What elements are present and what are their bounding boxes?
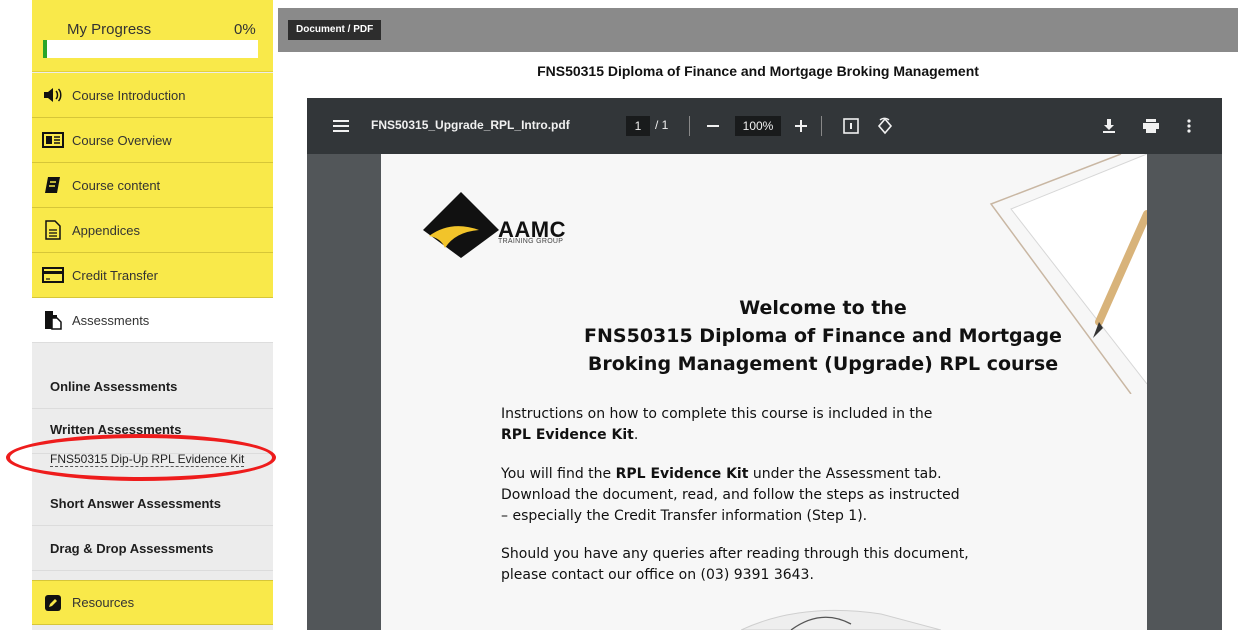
aamc-logo-subtitle: TRAINING GROUP [498, 238, 564, 245]
progress-bar-fill [43, 40, 47, 58]
paragraph-line: please contact our office on (03) 9391 3… [501, 567, 814, 583]
aamc-logo [423, 192, 499, 258]
welcome-heading: Welcome to the FNS50315 Diploma of Finan… [381, 294, 1147, 378]
instructions-paragraph: Instructions on how to complete this cou… [501, 404, 1061, 446]
drag-drop-assessments-item[interactable]: Drag & Drop Assessments [32, 526, 273, 571]
progress-panel: My Progress 0% [32, 0, 273, 72]
zoom-level-input[interactable]: 100% [735, 116, 781, 136]
menu-resources[interactable]: Resources [32, 580, 273, 625]
download-icon[interactable] [1099, 116, 1119, 136]
location-paragraph: You will find the RPL Evidence Kit under… [501, 464, 1061, 527]
pdf-page: AAMC TRAINING GROUP Welcome to the FNS50… [381, 154, 1147, 630]
zoom-out-icon[interactable] [703, 116, 723, 136]
menu-credit-transfer[interactable]: Credit Transfer [32, 253, 273, 298]
contact-paragraph: Should you have any queries after readin… [501, 544, 1061, 586]
page-number-input[interactable]: 1 [626, 116, 650, 136]
menu-course-introduction[interactable]: Course Introduction [32, 73, 273, 118]
paragraph-text: under the Assessment tab. [748, 466, 942, 482]
speaker-icon [42, 84, 64, 106]
menu-label: Appendices [72, 222, 140, 238]
menu-label: Assessments [72, 312, 150, 328]
paragraph-text: You will find the [501, 466, 616, 482]
print-icon[interactable] [1141, 116, 1161, 136]
more-options-icon[interactable] [1179, 116, 1199, 136]
newspaper-icon [42, 129, 64, 151]
paragraph-line: Instructions on how to complete this cou… [501, 406, 933, 422]
document-pdf-tab[interactable]: Document / PDF [288, 20, 382, 40]
rpl-kit-emphasis: RPL Evidence Kit [501, 427, 634, 443]
book-icon [42, 174, 64, 196]
pdf-toolbar: FNS50315_Upgrade_RPL_Intro.pdf 1 / 1 100… [307, 98, 1222, 154]
menu-label: Course Overview [72, 132, 172, 148]
paragraph-line: You will find the RPL Evidence Kit under… [501, 464, 1061, 485]
menu-assessments[interactable]: Assessments [32, 298, 273, 343]
document-title: FNS50315 Diploma of Finance and Mortgage… [537, 63, 979, 79]
welcome-line: FNS50315 Diploma of Finance and Mortgage [584, 325, 1062, 347]
credit-card-icon [42, 264, 64, 286]
progress-title: My Progress [67, 21, 152, 38]
toolbar-divider [689, 116, 690, 136]
menu-label: Course content [72, 177, 161, 193]
content-topbar: Document / PDF [278, 8, 1238, 52]
document-icon [42, 219, 64, 241]
short-answer-assessments-item[interactable]: Short Answer Assessments [32, 481, 273, 526]
menu-appendices[interactable]: Appendices [32, 208, 273, 253]
paragraph-line: Should you have any queries after readin… [501, 546, 969, 562]
keyboard-illustration [741, 609, 941, 630]
written-assessments-item[interactable]: Written Assessments [32, 409, 273, 454]
welcome-line: Broking Management (Upgrade) RPL course [587, 353, 1059, 375]
menu-icon[interactable] [331, 116, 351, 136]
menu-course-content[interactable]: Course content [32, 163, 273, 208]
menu-label: Course Introduction [72, 87, 186, 103]
paragraph-line: RPL Evidence Kit. [501, 425, 1061, 446]
page-total: / 1 [655, 118, 669, 132]
welcome-line: Welcome to the [739, 297, 907, 319]
rotate-icon[interactable] [875, 116, 895, 136]
toolbar-divider [821, 116, 822, 136]
fit-page-icon[interactable] [841, 116, 861, 136]
paragraph-text: . [633, 427, 639, 443]
paragraph-line: Download the document, read, and follow … [501, 487, 960, 503]
menu-label: Resources [72, 595, 135, 610]
rpl-kit-emphasis: RPL Evidence Kit [615, 466, 749, 482]
pencil-icon [42, 592, 64, 614]
menu-label: Credit Transfer [72, 267, 158, 283]
pdf-viewer: FNS50315_Upgrade_RPL_Intro.pdf 1 / 1 100… [307, 98, 1222, 630]
rpl-evidence-kit-link[interactable]: FNS50315 Dip-Up RPL Evidence Kit [50, 452, 245, 467]
menu-course-overview[interactable]: Course Overview [32, 118, 273, 163]
progress-percent: 0% [234, 21, 256, 38]
online-assessments-item[interactable]: Online Assessments [32, 364, 273, 409]
assessment-icon [42, 309, 64, 331]
progress-bar [43, 40, 258, 58]
zoom-in-icon[interactable] [791, 116, 811, 136]
paragraph-line: – especially the Credit Transfer informa… [501, 508, 868, 524]
pdf-file-name: FNS50315_Upgrade_RPL_Intro.pdf [371, 118, 570, 132]
sidebar: My Progress 0% Course Introduction Cours… [32, 0, 273, 630]
